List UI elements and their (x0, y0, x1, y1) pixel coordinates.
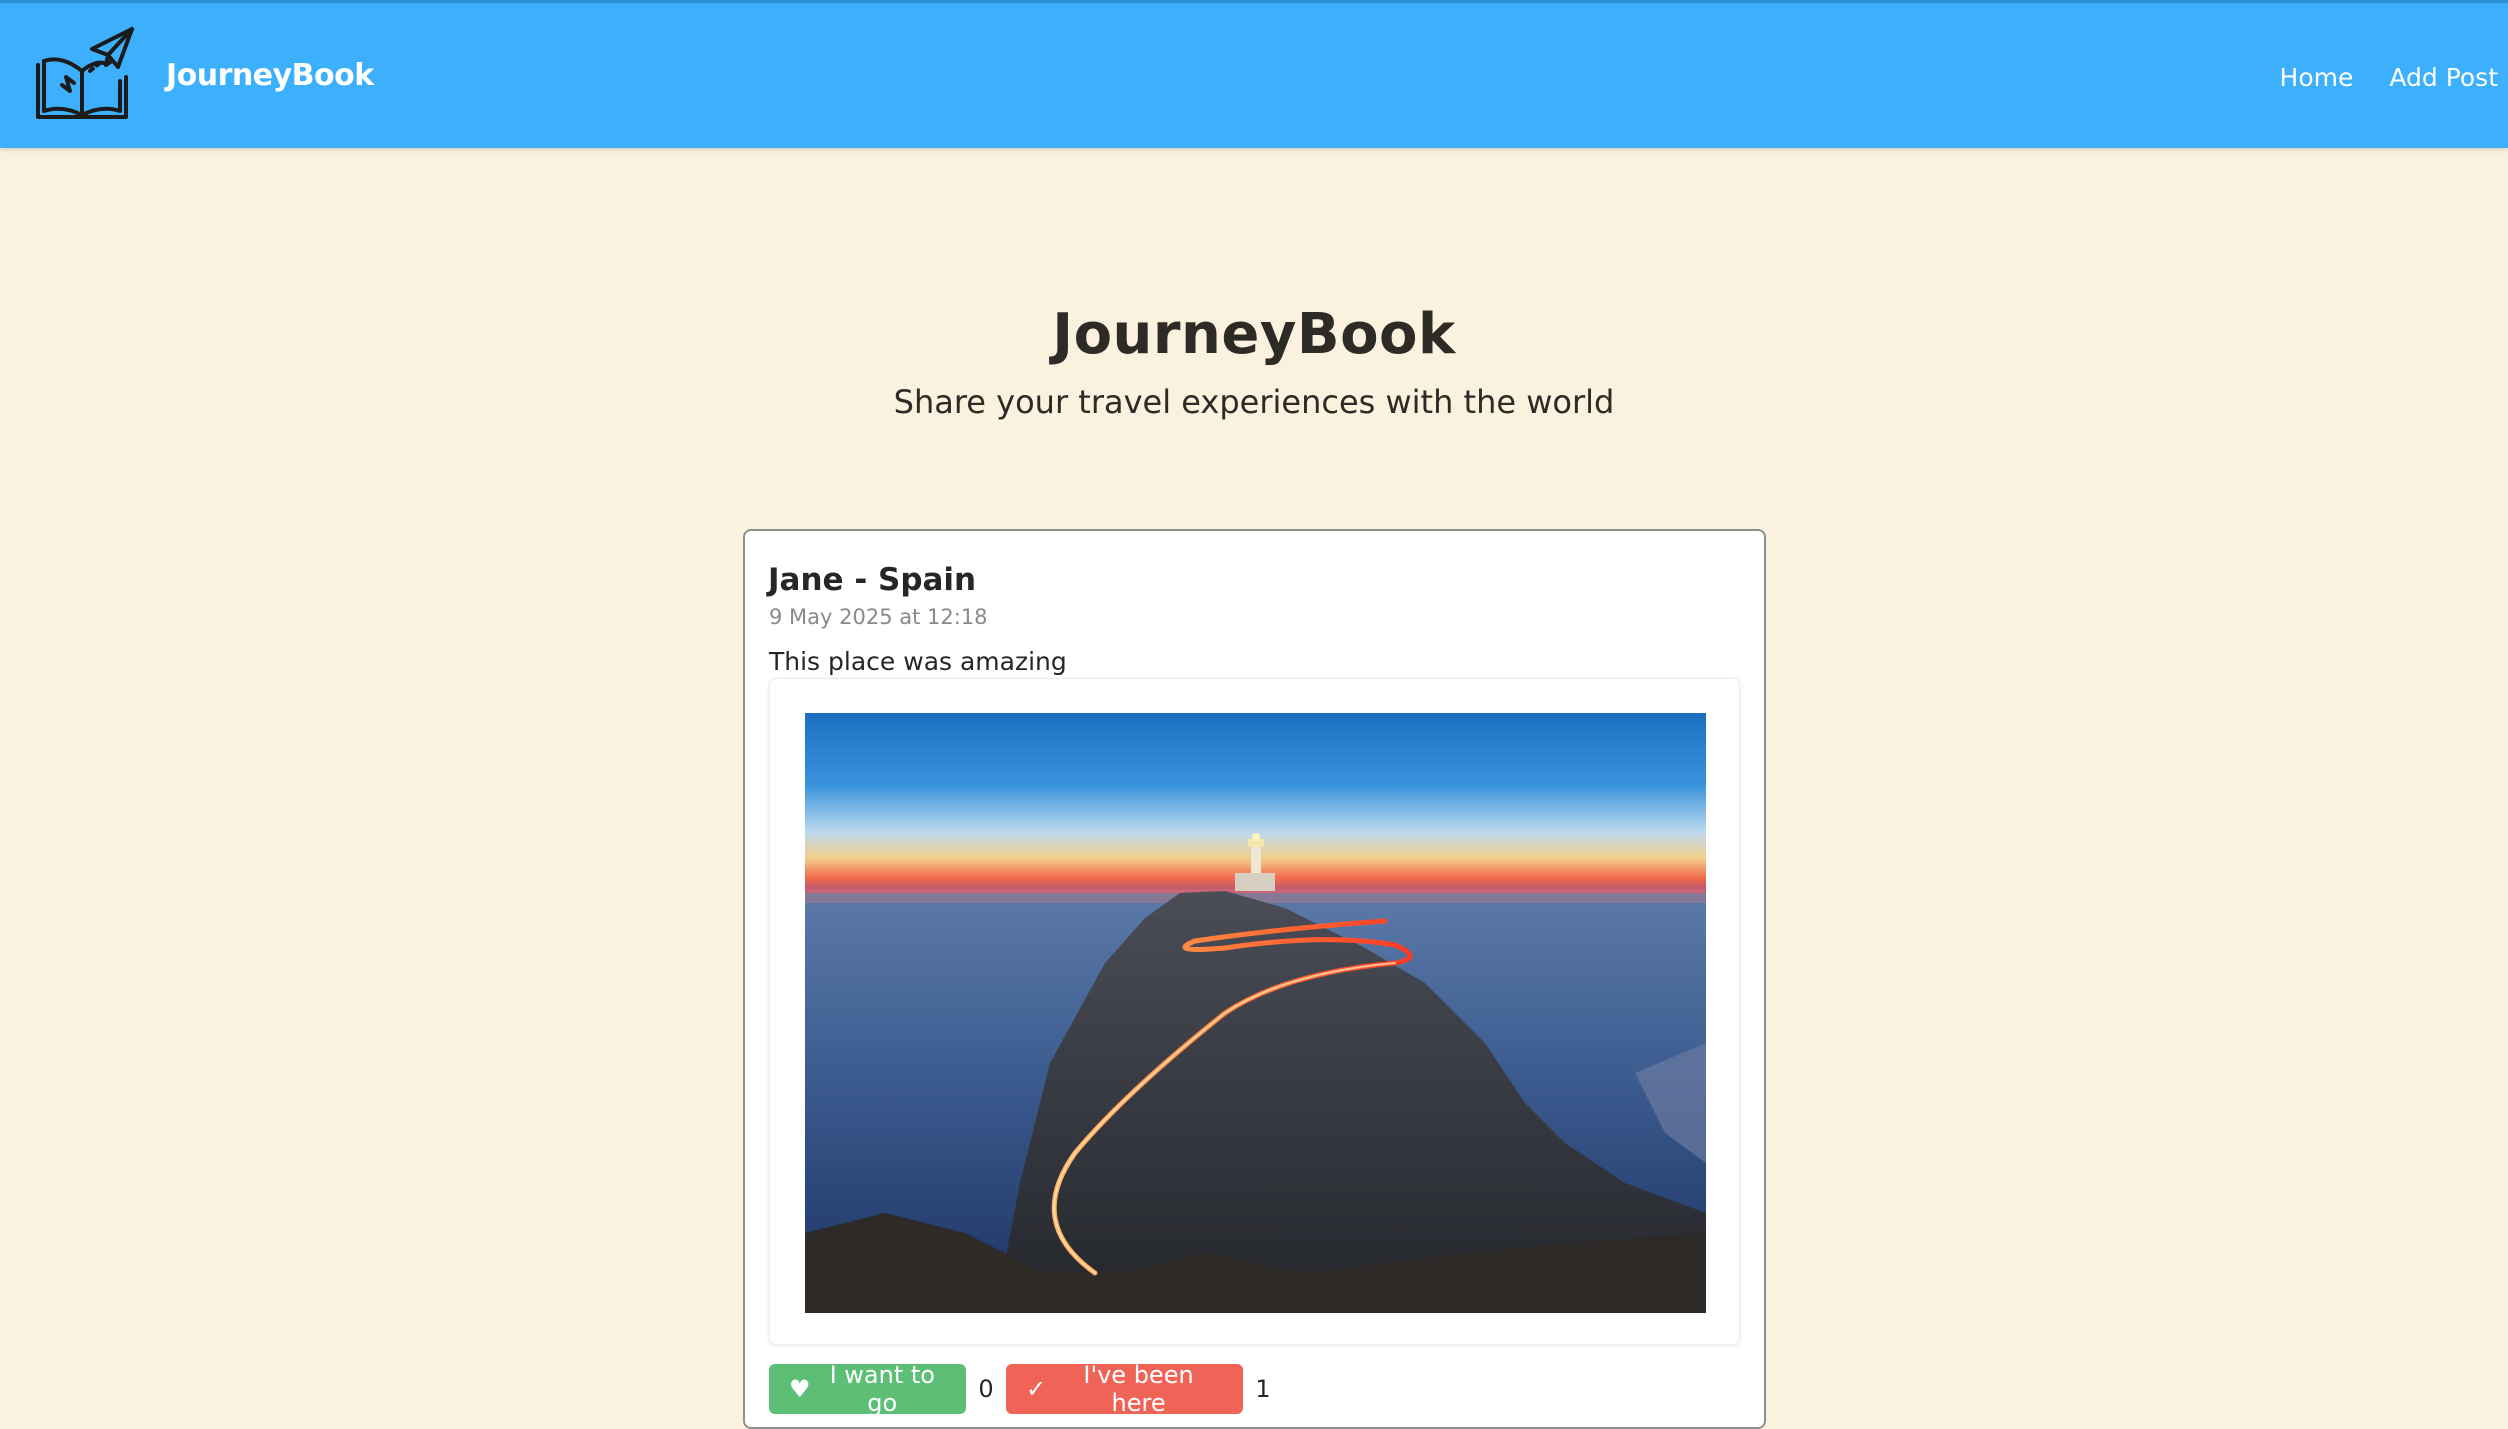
post-date: 9 May 2025 at 12:18 (769, 605, 988, 629)
been-here-count: 1 (1255, 1375, 1271, 1403)
brand-name: JourneyBook (166, 57, 374, 93)
post-photo (805, 713, 1706, 1313)
nav-add-post-link[interactable]: Add Post (2389, 63, 2498, 92)
been-here-button[interactable]: ✓ I've been here (1006, 1361, 1243, 1417)
nav-links: Home Add Post (2280, 3, 2498, 151)
book-paper-plane-icon (36, 27, 134, 119)
post-image-frame (769, 678, 1740, 1345)
want-to-go-button[interactable]: ♥ I want to go (769, 1361, 966, 1417)
post-title: Jane - Spain (768, 562, 977, 598)
check-icon: ✓ (1026, 1375, 1047, 1403)
hero: JourneyBook Share your travel experience… (0, 290, 2508, 424)
page-title: JourneyBook (1052, 302, 1456, 367)
post-actions: ♥ I want to go 0 ✓ I've been here 1 (769, 1361, 1283, 1417)
want-to-go-label: I want to go (829, 1361, 935, 1417)
page-subtitle: Share your travel experiences with the w… (893, 383, 1615, 421)
heart-icon: ♥ (789, 1375, 811, 1403)
navbar: JourneyBook Home Add Post (0, 0, 2508, 148)
brand-link[interactable]: JourneyBook (34, 25, 374, 125)
post-card: Jane - Spain 9 May 2025 at 12:18 This pl… (743, 529, 1766, 1429)
been-here-label: I've been here (1083, 1361, 1194, 1417)
post-text: This place was amazing (769, 647, 1067, 676)
nav-home-link[interactable]: Home (2280, 63, 2354, 92)
want-to-go-count: 0 (978, 1375, 994, 1403)
